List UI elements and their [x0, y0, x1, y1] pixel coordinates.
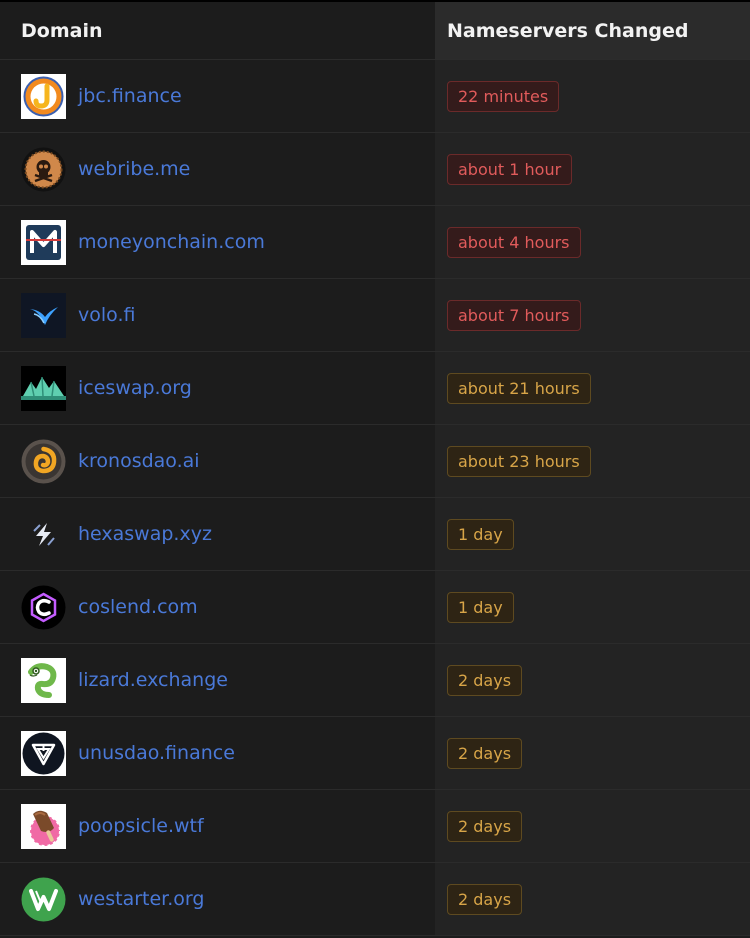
changed-cell: 2 days [435, 644, 750, 716]
nameserver-changes-table: Domain Nameservers Changed jbc.finance 2… [0, 0, 750, 936]
table-row: westarter.org 2 days [0, 863, 750, 936]
domain-link[interactable]: poopsicle.wtf [78, 815, 204, 837]
changed-cell: 22 minutes [435, 60, 750, 132]
w-logo-icon [21, 877, 66, 922]
domain-link[interactable]: volo.fi [78, 304, 135, 326]
column-header-nameservers-changed[interactable]: Nameservers Changed [435, 2, 750, 59]
domain-link[interactable]: westarter.org [78, 888, 204, 910]
volo-logo-icon [21, 292, 66, 338]
table-row: hexaswap.xyz 1 day [0, 498, 750, 571]
time-badge: about 23 hours [447, 445, 591, 477]
changed-cell: about 7 hours [435, 279, 750, 351]
domain-cell: poopsicle.wtf [0, 790, 435, 862]
domain-cell: hexaswap.xyz [0, 498, 435, 570]
domain-link[interactable]: hexaswap.xyz [78, 523, 212, 545]
time-badge: 1 day [447, 591, 514, 623]
domain-link[interactable]: lizard.exchange [78, 669, 228, 691]
time-badge: about 21 hours [447, 372, 591, 404]
domain-link[interactable]: jbc.finance [78, 85, 182, 107]
domain-link[interactable]: coslend.com [78, 596, 198, 618]
table-row: volo.fi about 7 hours [0, 279, 750, 352]
table-row: poopsicle.wtf 2 days [0, 790, 750, 863]
time-badge: about 7 hours [447, 299, 581, 331]
table-row: lizard.exchange 2 days [0, 644, 750, 717]
domain-cell: lizard.exchange [0, 644, 435, 716]
domain-cell: kronosdao.ai [0, 425, 435, 497]
changed-cell: 2 days [435, 863, 750, 935]
time-badge: about 4 hours [447, 226, 581, 258]
shield-logo-icon [21, 730, 66, 776]
domain-cell: webribe.me [0, 133, 435, 205]
changed-cell: about 4 hours [435, 206, 750, 278]
skull-logo-icon [21, 147, 66, 192]
domain-cell: moneyonchain.com [0, 206, 435, 278]
domain-cell: volo.fi [0, 279, 435, 351]
time-badge: about 1 hour [447, 153, 573, 185]
changed-cell: about 1 hour [435, 133, 750, 205]
time-badge: 2 days [447, 737, 523, 769]
jbc-logo-icon [21, 73, 66, 119]
c-logo-icon [21, 585, 66, 630]
lizard-logo-icon [21, 657, 66, 703]
table-row: moneyonchain.com about 4 hours [0, 206, 750, 279]
changed-cell: 1 day [435, 498, 750, 570]
table-row: coslend.com 1 day [0, 571, 750, 644]
domain-link[interactable]: moneyonchain.com [78, 231, 265, 253]
table-row: unusdao.finance 2 days [0, 717, 750, 790]
domain-link[interactable]: webribe.me [78, 158, 190, 180]
domain-link[interactable]: unusdao.finance [78, 742, 235, 764]
time-badge: 1 day [447, 518, 514, 550]
time-badge: 22 minutes [447, 80, 560, 112]
table-row: jbc.finance 22 minutes [0, 60, 750, 133]
domain-cell: jbc.finance [0, 60, 435, 132]
table-row: iceswap.org about 21 hours [0, 352, 750, 425]
changed-cell: about 21 hours [435, 352, 750, 424]
time-badge: 2 days [447, 664, 523, 696]
changed-cell: 2 days [435, 790, 750, 862]
domain-cell: unusdao.finance [0, 717, 435, 789]
swirl-logo-icon [21, 439, 66, 484]
domain-cell: coslend.com [0, 571, 435, 643]
changed-cell: about 23 hours [435, 425, 750, 497]
domain-cell: iceswap.org [0, 352, 435, 424]
bolt-logo-icon [21, 511, 66, 557]
domain-link[interactable]: iceswap.org [78, 377, 192, 399]
time-badge: 2 days [447, 883, 523, 915]
table-header: Domain Nameservers Changed [0, 0, 750, 60]
table-row: webribe.me about 1 hour [0, 133, 750, 206]
changed-cell: 1 day [435, 571, 750, 643]
popsicle-logo-icon [21, 803, 66, 849]
column-header-domain[interactable]: Domain [0, 2, 435, 59]
time-badge: 2 days [447, 810, 523, 842]
domain-cell: westarter.org [0, 863, 435, 935]
domain-link[interactable]: kronosdao.ai [78, 450, 200, 472]
changed-cell: 2 days [435, 717, 750, 789]
mountain-logo-icon [21, 365, 66, 411]
table-row: kronosdao.ai about 23 hours [0, 425, 750, 498]
m-logo-icon [21, 219, 66, 265]
